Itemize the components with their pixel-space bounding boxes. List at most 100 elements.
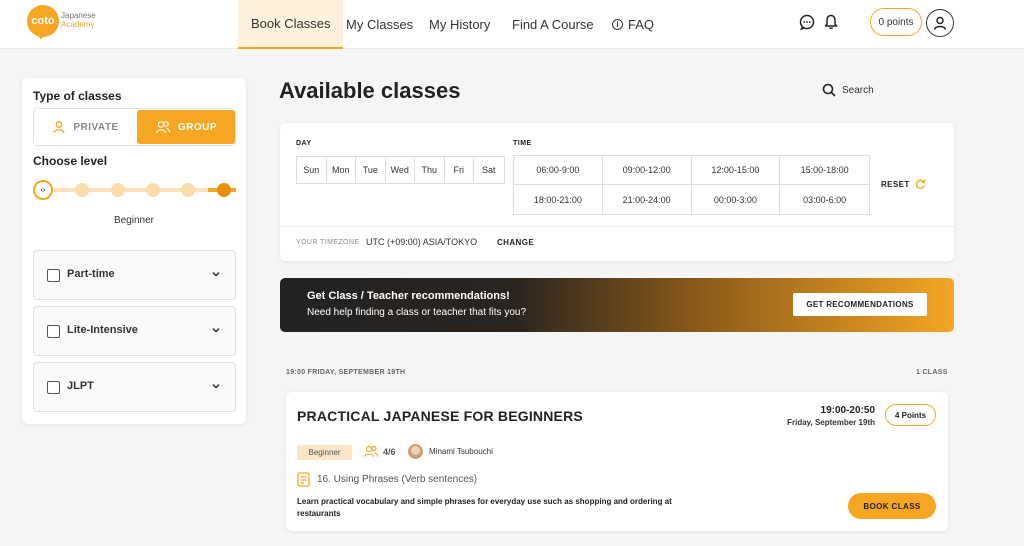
tab-label: My History <box>429 17 491 32</box>
filter-label: Lite-Intensive <box>67 324 138 336</box>
seats-label: 4/6 <box>383 446 396 457</box>
tab-my-classes[interactable]: My Classes <box>346 0 413 49</box>
group-icon <box>363 445 379 458</box>
tab-label: Book Classes <box>251 16 331 31</box>
time-slot[interactable]: 15:00-18:00 <box>780 156 869 185</box>
top-navigation-bar: coto Japanese Academy Book Classes My Cl… <box>0 0 1024 49</box>
time-slot[interactable]: 03:00-6:00 <box>780 185 869 214</box>
class-type-toggle: PRIVATE GROUP <box>33 108 236 146</box>
tab-my-history[interactable]: My History <box>429 0 490 49</box>
level-slider-handle[interactable]: ‹› <box>33 180 53 200</box>
tab-book-classes[interactable]: Book Classes <box>238 0 344 49</box>
teacher-link[interactable]: Minami Tsubouchi <box>408 444 493 459</box>
class-card[interactable]: PRACTICAL JAPANESE FOR BEGINNERS 19:00-2… <box>286 392 948 531</box>
level-step[interactable] <box>217 183 231 197</box>
class-description: Learn practical vocabulary and simple ph… <box>297 497 672 518</box>
level-step[interactable] <box>181 183 195 197</box>
logo-wordmark: Japanese Academy <box>61 11 96 29</box>
chevron-down-icon <box>212 383 220 389</box>
checkbox[interactable] <box>47 381 60 394</box>
reset-label: RESET <box>881 180 910 189</box>
checkbox[interactable] <box>47 325 60 338</box>
lesson-title: 16. Using Phrases (Verb sentences) <box>317 474 478 485</box>
filter-lite-intensive[interactable]: Lite-Intensive <box>33 306 236 356</box>
tab-find-a-course[interactable]: Find A Course <box>512 0 594 49</box>
book-class-button[interactable]: BOOK CLASS <box>848 493 936 519</box>
day-option[interactable]: Tue <box>356 157 386 183</box>
choose-level-heading: Choose level <box>33 154 108 168</box>
day-selector: Sun Mon Tue Wed Thu Fri Sat <box>296 156 505 184</box>
points-balance[interactable]: 0 points <box>870 8 922 36</box>
recommendation-title: Get Class / Teacher recommendations! <box>307 290 510 302</box>
class-time: 19:00-20:50 Friday, September 19th <box>787 405 875 427</box>
group-option-button[interactable]: GROUP <box>137 110 235 144</box>
filter-part-time[interactable]: Part-time <box>33 250 236 300</box>
level-step[interactable] <box>146 183 160 197</box>
recommendation-banner: Get Class / Teacher recommendations! Nee… <box>280 278 954 332</box>
logo-name-line1: Japanese <box>61 11 96 20</box>
level-badge: Beginner <box>297 445 352 460</box>
search-button[interactable]: Search <box>822 83 874 97</box>
time-slot[interactable]: 12:00-15:00 <box>691 156 781 185</box>
class-time-range: 19:00-20:50 <box>820 405 875 416</box>
private-option-button[interactable]: PRIVATE <box>35 110 136 144</box>
bell-icon[interactable] <box>822 13 840 31</box>
refresh-icon <box>915 179 925 189</box>
seats-count: 4/6 <box>363 445 396 458</box>
reset-button[interactable]: RESET <box>881 179 926 190</box>
search-icon <box>822 83 836 97</box>
filter-label: Part-time <box>67 268 115 280</box>
filter-jlpt[interactable]: JLPT <box>33 362 236 412</box>
class-count: 1 CLASS <box>916 369 948 376</box>
filter-label: JLPT <box>67 380 94 392</box>
document-icon <box>297 472 310 487</box>
level-step[interactable] <box>75 183 89 197</box>
divider <box>280 226 954 227</box>
time-slot[interactable]: 06:00-9:00 <box>514 156 603 185</box>
day-label: DAY <box>296 140 312 147</box>
points-label: 0 points <box>878 16 914 28</box>
logo[interactable]: coto Japanese Academy <box>27 5 107 41</box>
class-points-badge: 4 Points <box>885 404 936 426</box>
time-slot[interactable]: 00:00-3:00 <box>692 185 781 214</box>
group-icon <box>155 121 171 134</box>
time-slot[interactable]: 21:00-24:00 <box>603 185 692 214</box>
level-slider[interactable]: ‹› <box>33 180 236 200</box>
day-option[interactable]: Fri <box>445 157 474 183</box>
logo-badge: coto <box>27 5 59 37</box>
time-slot[interactable]: 09:00-12:00 <box>602 156 692 185</box>
change-timezone-button[interactable]: CHANGE <box>497 238 534 247</box>
level-step[interactable] <box>111 183 125 197</box>
level-value: Beginner <box>113 215 155 226</box>
schedule-filter-card: DAY Sun Mon Tue Wed Thu Fri Sat TIME 06:… <box>280 123 954 261</box>
tab-label: FAQ <box>628 17 655 32</box>
type-of-classes-heading: Type of classes <box>33 89 122 103</box>
user-icon[interactable] <box>926 9 954 37</box>
day-option[interactable]: Sun <box>297 157 327 183</box>
get-recommendations-button[interactable]: GET RECOMMENDATIONS <box>793 293 927 316</box>
tab-faq[interactable]: i FAQ <box>612 0 654 49</box>
day-option[interactable]: Mon <box>327 157 356 183</box>
class-title: PRACTICAL JAPANESE FOR BEGINNERS <box>297 408 583 424</box>
logo-name-line2: Academy <box>61 20 95 29</box>
chat-icon[interactable] <box>798 13 816 31</box>
recommendation-subtitle: Need help finding a class or teacher tha… <box>307 307 527 318</box>
date-group-header: 19:00 FRIDAY, SEPTEMBER 19TH <box>286 369 406 376</box>
time-selector: 06:00-9:00 09:00-12:00 12:00-15:00 15:00… <box>513 155 870 215</box>
private-option-label: PRIVATE <box>73 121 119 133</box>
chevron-down-icon <box>212 327 220 333</box>
checkbox[interactable] <box>47 269 60 282</box>
timezone-value: UTC (+09:00) ASIA/TOKYO <box>366 237 478 247</box>
day-option[interactable]: Thu <box>415 157 445 183</box>
chevron-down-icon <box>212 271 220 277</box>
group-option-label: GROUP <box>177 121 218 133</box>
teacher-avatar <box>408 444 423 459</box>
day-option[interactable]: Sat <box>474 157 504 183</box>
timezone-label: YOUR TIMEZONE <box>296 239 360 246</box>
time-slot[interactable]: 18:00-21:00 <box>514 185 603 214</box>
filter-sidebar: Type of classes PRIVATE GROUP Choose lev… <box>22 78 246 424</box>
day-option[interactable]: Wed <box>386 157 415 183</box>
search-label: Search <box>842 84 874 96</box>
tab-label: My Classes <box>346 17 414 32</box>
lesson-info: 16. Using Phrases (Verb sentences) <box>297 472 477 487</box>
